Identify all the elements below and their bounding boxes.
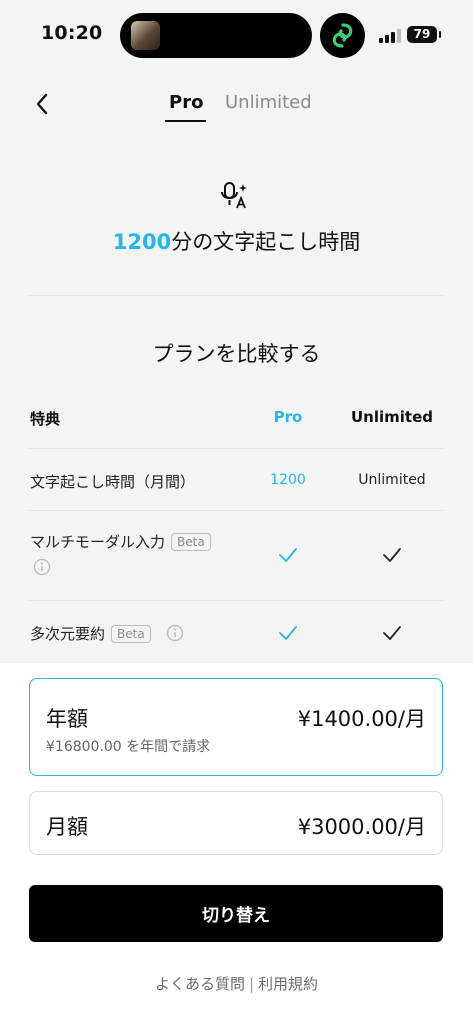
row-label-transcription-time: 文字起こし時間（月間）: [30, 473, 196, 491]
status-bar: 10:20 79: [0, 0, 473, 70]
signal-icon: [379, 29, 401, 43]
table-divider: [28, 448, 443, 449]
battery-tip: [439, 31, 441, 38]
row-label-multidimensional-summary: 多次元要約 Beta: [30, 623, 151, 644]
header-feature: 特典: [30, 410, 61, 428]
plan-selection-sheet: 年額 ¥1400.00/月 ¥16800.00 を年間で請求 月額 ¥3000.…: [0, 663, 473, 1024]
back-chevron-icon[interactable]: [28, 90, 56, 118]
switch-plan-button[interactable]: 切り替え: [29, 885, 443, 942]
divider: [28, 295, 443, 296]
header-pro: Pro: [273, 408, 303, 426]
minutes-headline: 1200分の文字起こし時間: [0, 226, 473, 256]
info-icon[interactable]: [166, 624, 184, 642]
minutes-suffix: 分の文字起こし時間: [171, 230, 361, 254]
row-unlimited-value: Unlimited: [358, 472, 426, 488]
check-icon: [278, 625, 298, 641]
plan-option-monthly[interactable]: 月額 ¥3000.00/月: [29, 791, 443, 855]
info-icon[interactable]: [33, 558, 51, 576]
footer-links: よくある質問 | 利用規約: [0, 973, 473, 994]
row-label-text: 多次元要約: [30, 625, 106, 643]
row-pro-value: 1200: [270, 472, 306, 488]
header-unlimited: Unlimited: [351, 408, 433, 426]
tab-unlimited[interactable]: Unlimited: [225, 92, 312, 113]
compare-title: プランを比較する: [152, 342, 321, 366]
now-playing-thumbnail: [131, 21, 160, 50]
tab-pro[interactable]: Pro: [169, 92, 203, 113]
table-divider: [28, 510, 443, 511]
plan-name: 年額: [46, 707, 88, 731]
beta-badge: Beta: [171, 533, 211, 551]
plan-price: ¥1400.00/月: [297, 707, 426, 731]
footer-separator: |: [248, 975, 255, 993]
active-tab-indicator: [165, 120, 206, 122]
table-divider: [28, 600, 443, 601]
check-icon: [382, 625, 402, 641]
battery-icon: 79: [407, 26, 437, 43]
check-icon: [382, 547, 402, 563]
plan-name: 月額: [46, 815, 88, 839]
dynamic-island[interactable]: [120, 13, 312, 58]
plan-billing-note: ¥16800.00 を年間で請求: [46, 739, 211, 755]
status-time: 10:20: [41, 22, 103, 44]
faq-link[interactable]: よくある質問: [155, 975, 245, 993]
mic-transcribe-icon: [220, 180, 250, 210]
row-label-text: マルチモーダル入力: [30, 533, 166, 551]
row-label-multimodal: マルチモーダル入力 Beta: [30, 531, 211, 552]
terms-link[interactable]: 利用規約: [258, 975, 318, 993]
app-logo-icon[interactable]: [320, 13, 365, 58]
plan-option-annual[interactable]: 年額 ¥1400.00/月 ¥16800.00 を年間で請求: [29, 678, 443, 776]
check-icon: [278, 547, 298, 563]
minutes-value: 1200: [112, 230, 172, 254]
beta-badge: Beta: [111, 625, 151, 643]
plan-price: ¥3000.00/月: [297, 815, 426, 839]
